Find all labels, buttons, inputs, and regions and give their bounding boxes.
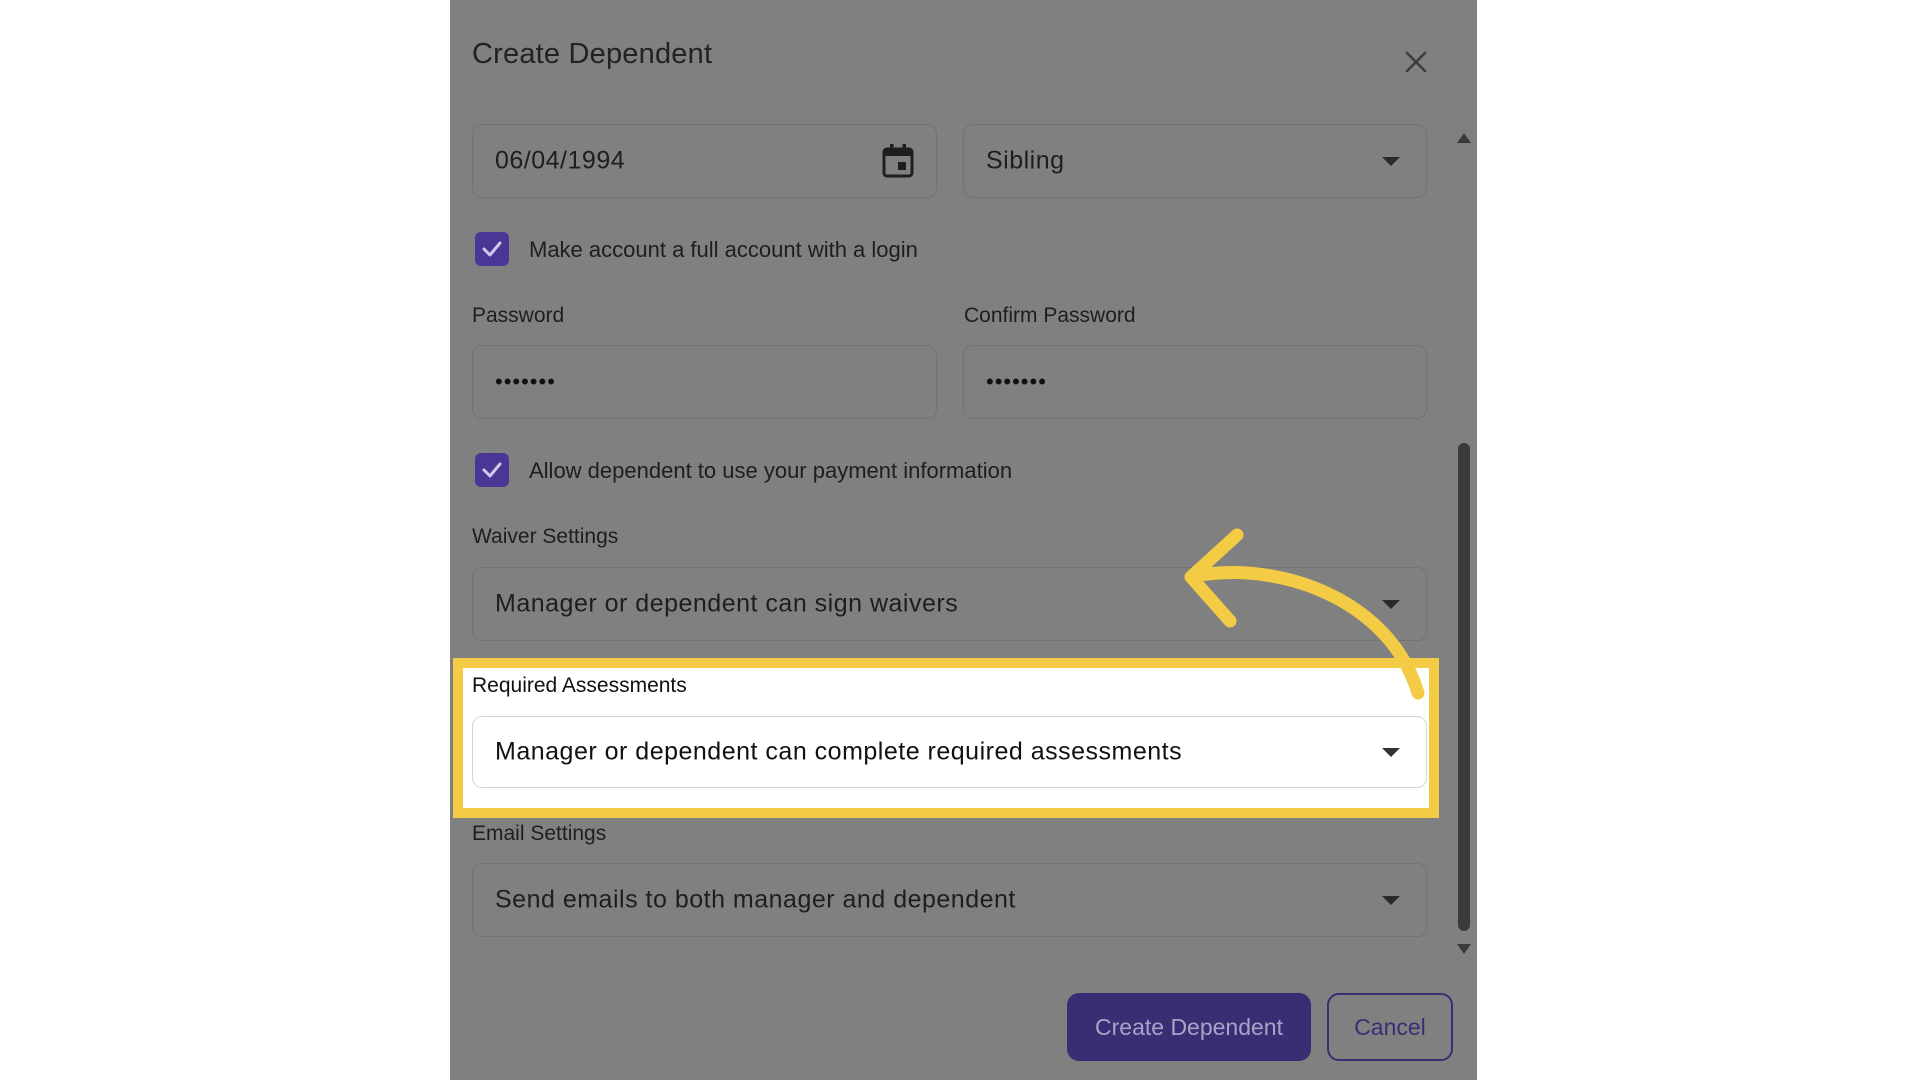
full-account-label: Make account a full account with a login bbox=[529, 237, 918, 262]
required-assessments-label: Required Assessments bbox=[472, 674, 687, 697]
relationship-select[interactable]: Sibling bbox=[963, 124, 1427, 198]
chevron-down-icon bbox=[1382, 600, 1400, 609]
waiver-settings-select[interactable]: Manager or dependent can sign waivers bbox=[472, 567, 1427, 641]
scroll-down-icon[interactable] bbox=[1457, 944, 1471, 954]
calendar-icon[interactable] bbox=[882, 144, 914, 178]
email-settings-value: Send emails to both manager and dependen… bbox=[495, 885, 1016, 914]
dialog-title: Create Dependent bbox=[472, 38, 713, 70]
chevron-down-icon bbox=[1382, 748, 1400, 757]
email-settings-select[interactable]: Send emails to both manager and dependen… bbox=[472, 863, 1427, 937]
required-assessments-value: Manager or dependent can complete requir… bbox=[495, 737, 1183, 766]
confirm-password-label: Confirm Password bbox=[964, 304, 1136, 327]
scrollbar-thumb[interactable] bbox=[1458, 443, 1470, 931]
create-dependent-button[interactable]: Create Dependent bbox=[1067, 993, 1311, 1061]
chevron-down-icon bbox=[1382, 157, 1400, 166]
required-assessments-select[interactable]: Manager or dependent can complete requir… bbox=[472, 716, 1427, 788]
modal-dialog: Create Dependent 06/04/1994 Sibling Make… bbox=[450, 0, 1477, 1080]
password-label: Password bbox=[472, 304, 565, 327]
password-field[interactable]: ••••••• bbox=[472, 345, 937, 419]
password-value: ••••••• bbox=[495, 369, 556, 394]
confirm-password-value: ••••••• bbox=[986, 369, 1047, 394]
email-settings-label: Email Settings bbox=[472, 822, 607, 845]
payment-label: Allow dependent to use your payment info… bbox=[529, 458, 1013, 483]
full-account-checkbox[interactable] bbox=[475, 232, 509, 266]
waiver-settings-label: Waiver Settings bbox=[472, 525, 619, 548]
checkmark-icon bbox=[482, 462, 502, 478]
chevron-down-icon bbox=[1382, 896, 1400, 905]
cancel-button[interactable]: Cancel bbox=[1327, 993, 1453, 1061]
waiver-settings-value: Manager or dependent can sign waivers bbox=[495, 589, 959, 618]
birthdate-field[interactable]: 06/04/1994 bbox=[472, 124, 937, 198]
checkmark-icon bbox=[482, 241, 502, 257]
close-icon[interactable] bbox=[1402, 48, 1430, 76]
scroll-up-icon[interactable] bbox=[1457, 133, 1471, 143]
relationship-value: Sibling bbox=[986, 146, 1065, 175]
birthdate-value: 06/04/1994 bbox=[495, 146, 626, 175]
payment-checkbox[interactable] bbox=[475, 453, 509, 487]
confirm-password-field[interactable]: ••••••• bbox=[963, 345, 1427, 419]
